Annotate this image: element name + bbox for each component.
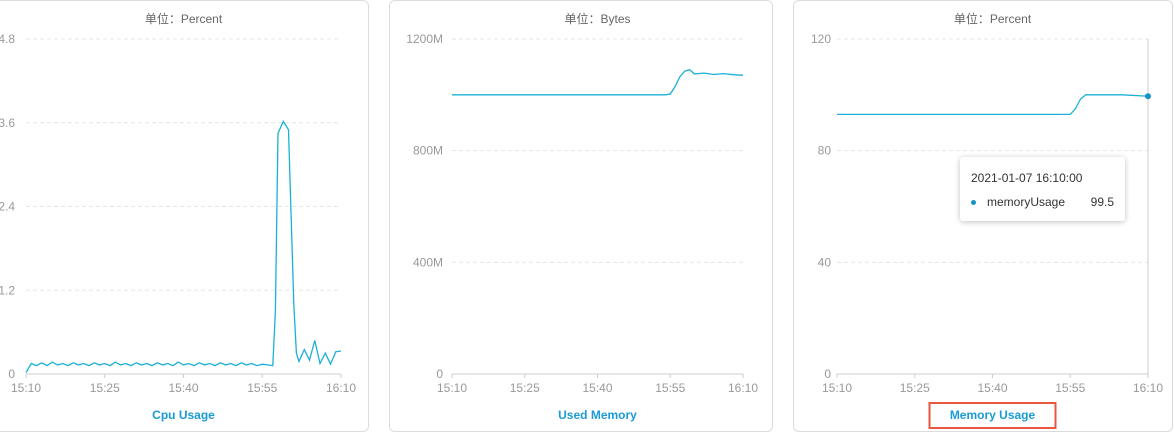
x-tick-label: 15:10 — [822, 381, 852, 395]
y-tick-label: 4.8 — [0, 32, 15, 46]
y-tick-label: 1200M — [406, 32, 443, 46]
unit-label: 单位：Percent — [145, 11, 223, 26]
unit-label: 单位：Bytes — [564, 11, 630, 26]
y-tick-label: 1.2 — [0, 283, 15, 297]
series-line — [837, 94, 1149, 116]
y-tick-label: 0 — [436, 367, 443, 381]
y-tick-label: 0 — [824, 367, 831, 381]
unit-label: 单位：Percent — [954, 11, 1032, 26]
tooltip-time: 2021-01-07 16:10:00 — [971, 171, 1083, 185]
series-line — [452, 68, 744, 96]
used-memory-chart: 单位：Bytes 0 400M 800M 1200M 15:10 15:25 15:40 15:… — [406, 11, 758, 422]
series-line — [25, 120, 342, 373]
chart-tooltip: 2021-01-07 16:10:00 memoryUsage 99.5 — [960, 157, 1125, 221]
y-tick-label: 40 — [818, 255, 832, 269]
x-tick-label: 15:55 — [1055, 381, 1085, 395]
chart-title: Used Memory — [558, 408, 637, 422]
y-tick-label: 400M — [413, 255, 443, 269]
used-memory-panel: 单位：Bytes 0 400M 800M 1200M 15:10 15:25 15:40 15:… — [389, 0, 773, 432]
y-tick-label: 800M — [413, 144, 443, 158]
x-tick-label: 15:55 — [655, 381, 685, 395]
x-tick-label: 15:25 — [900, 381, 930, 395]
x-tick-label: 15:40 — [168, 381, 198, 395]
y-tick-label: 2.4 — [0, 200, 15, 214]
hover-point — [1145, 93, 1151, 100]
x-tick-label: 16:10 — [1133, 381, 1163, 395]
x-tick-label: 16:10 — [728, 381, 758, 395]
x-tick-label: 15:10 — [437, 381, 467, 395]
x-tick-label: 15:10 — [11, 381, 41, 395]
y-tick-label: 0 — [8, 367, 15, 381]
x-tick-label: 16:10 — [326, 381, 356, 395]
x-tick-label: 15:55 — [247, 381, 277, 395]
y-tick-label: 120 — [811, 32, 831, 46]
x-tick-label: 15:40 — [977, 381, 1007, 395]
chart-title: Cpu Usage — [152, 408, 215, 422]
x-tick-label: 15:25 — [90, 381, 120, 395]
cpu-usage-chart: 单位：Percent 0 1.2 2.4 3.6 4.8 15:10 15:25 15:40 15… — [0, 11, 356, 422]
y-tick-label: 80 — [818, 144, 832, 158]
tooltip-series-name: memoryUsage — [987, 195, 1066, 209]
tooltip-value: 99.5 — [1090, 195, 1114, 209]
tooltip-series-marker — [971, 200, 976, 205]
x-tick-label: 15:25 — [510, 381, 540, 395]
cpu-usage-panel: 单位：Percent 0 1.2 2.4 3.6 4.8 15:10 15:25 15:40 15… — [0, 0, 369, 432]
y-tick-label: 3.6 — [0, 116, 15, 130]
chart-title: Memory Usage — [950, 408, 1036, 422]
x-tick-label: 15:40 — [582, 381, 612, 395]
